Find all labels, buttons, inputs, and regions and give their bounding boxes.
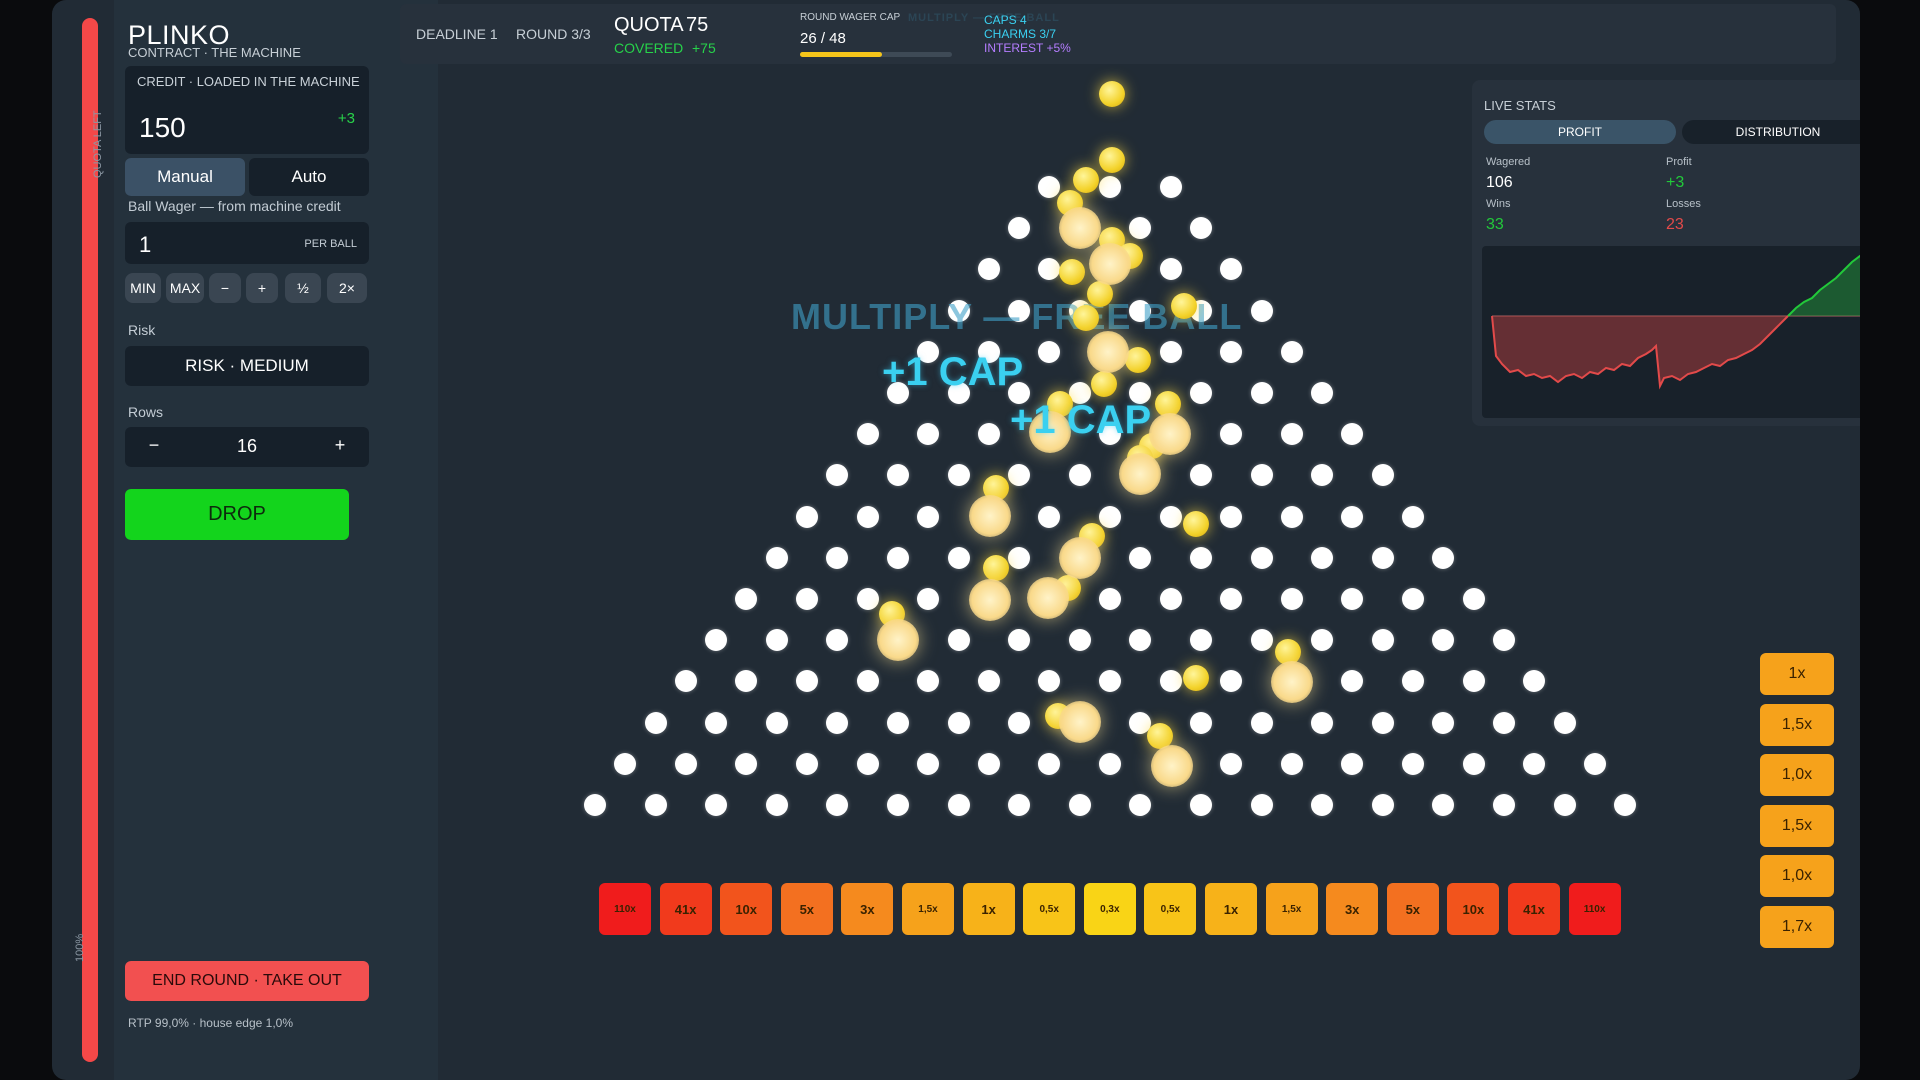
recent-result-badge: 1,0x (1760, 855, 1834, 898)
live-stats-title: LIVE STATS (1484, 98, 1556, 113)
rtp-footer: RTP 99,0% · house edge 1,0% (128, 1016, 293, 1030)
charms-counter: CHARMS 3/7 (984, 27, 1057, 41)
wager-cap-value: 26 / 48 (800, 30, 846, 47)
interest-counter: INTEREST +5% (984, 41, 1071, 55)
recent-result-badge: 1,5x (1760, 804, 1834, 847)
quota-value: 75 (686, 14, 709, 36)
wager-cap-track (800, 52, 952, 57)
profit-chart (1482, 246, 1860, 418)
end-round-button[interactable]: END ROUND · TAKE OUT (125, 961, 369, 1001)
losses-value: 23 (1666, 216, 1684, 233)
sidebar: PLINKO CONTRACT · THE MACHINE CREDIT · L… (114, 0, 438, 1080)
wager-half-button[interactable]: ½ (285, 273, 321, 303)
credit-delta: +3 (337, 110, 355, 127)
wager-value: 1 (139, 232, 152, 257)
wagered-label: Wagered (1486, 156, 1531, 168)
live-stats-panel: LIVE STATS PROFIT DISTRIBUTION Wagered 1… (1472, 80, 1860, 426)
covered-value: +75 (692, 40, 716, 56)
recent-result-badge: 1,5x (1760, 703, 1834, 746)
tab-profit[interactable]: PROFIT (1484, 120, 1676, 144)
losses-label: Losses (1666, 198, 1701, 210)
wager-input[interactable]: 1 PER BALL (125, 222, 369, 264)
rows-label: Rows (128, 404, 164, 420)
risk-value: RISK · MEDIUM (185, 356, 309, 375)
rows-stepper: − 16 + (125, 427, 369, 467)
game-window: QUOTA LEFT 100% PLINKO CONTRACT · THE MA… (52, 0, 1860, 1080)
credit-panel: CREDIT · LOADED IN THE MACHINE 150 +3 (125, 66, 369, 154)
wagered-value: 106 (1486, 174, 1513, 191)
mode-tabs: Manual Auto (125, 158, 369, 196)
wager-label: Ball Wager — from machine credit (128, 198, 341, 214)
profit-label: Profit (1666, 156, 1692, 168)
tab-distribution[interactable]: DISTRIBUTION (1682, 120, 1860, 144)
game-subtitle: CONTRACT · THE MACHINE (128, 45, 301, 60)
drop-button[interactable]: DROP (125, 489, 349, 540)
quota-left-label: QUOTA LEFT (92, 110, 104, 178)
wager-decrease-button[interactable]: − (209, 273, 241, 303)
round-label: ROUND 3/3 (516, 26, 591, 42)
recent-result-badge: 1x (1760, 653, 1834, 695)
credit-header: CREDIT · LOADED IN THE MACHINE (137, 74, 360, 89)
wager-cap-fill (800, 52, 883, 57)
caps-counter: CAPS 4 (984, 13, 1027, 27)
wager-unit: PER BALL (304, 238, 357, 250)
wager-increase-button[interactable]: + (246, 273, 278, 303)
recent-result-badge: 1,0x (1760, 754, 1834, 797)
wager-max-button[interactable]: MAX (166, 273, 204, 303)
wins-label: Wins (1486, 198, 1511, 210)
quota-percent-label: 100% (74, 933, 86, 962)
top-bar: DEADLINE 1 ROUND 3/3 QUOTA 75 COVERED +7… (400, 4, 1836, 64)
quota-label: QUOTA (614, 14, 684, 36)
risk-selector[interactable]: RISK · MEDIUM (125, 346, 369, 386)
tab-auto[interactable]: Auto (249, 158, 369, 196)
tab-manual[interactable]: Manual (125, 158, 245, 196)
wager-cap-label: ROUND WAGER CAP (800, 12, 901, 23)
rows-increase-button[interactable]: + (325, 435, 355, 456)
profit-value: +3 (1666, 174, 1685, 191)
wins-value: 33 (1486, 216, 1504, 233)
covered-label: COVERED (614, 40, 684, 56)
credit-value: 150 (139, 112, 186, 143)
wager-min-button[interactable]: MIN (125, 273, 161, 303)
risk-label: Risk (128, 322, 156, 338)
deadline-label: DEADLINE 1 (416, 26, 498, 42)
wager-double-button[interactable]: 2× (327, 273, 367, 303)
recent-result-badge: 1,7x (1760, 906, 1834, 948)
